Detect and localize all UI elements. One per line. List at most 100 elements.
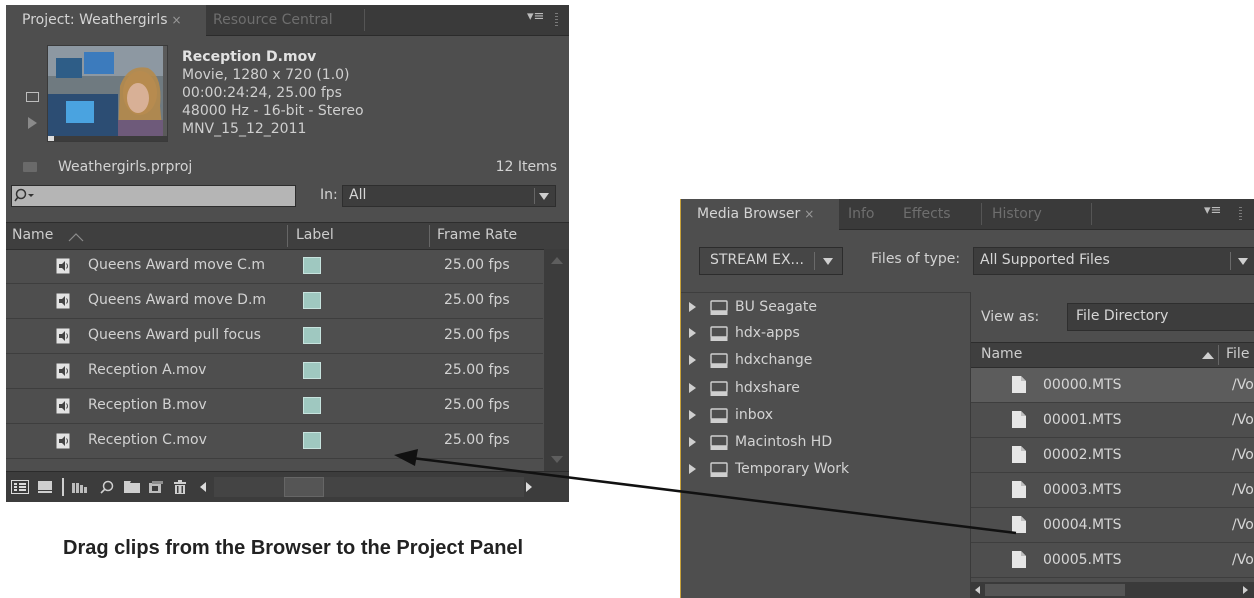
trash-icon[interactable] — [173, 480, 187, 494]
list-item[interactable]: 00005.MTS /Vo — [971, 543, 1254, 578]
column-separator[interactable] — [287, 225, 288, 247]
panel-grip-right-icon[interactable] — [555, 13, 558, 27]
list-item[interactable]: 00002.MTS /Vo — [971, 438, 1254, 473]
label-color-swatch[interactable] — [303, 257, 321, 274]
icon-view-icon[interactable] — [38, 481, 52, 493]
table-row[interactable]: Queens Award pull focus 25.00 fps — [6, 319, 543, 354]
table-row[interactable]: Queens Award move D.m 25.00 fps — [6, 284, 543, 319]
row-frame-rate: 25.00 fps — [444, 432, 510, 448]
horizontal-scrollbar[interactable] — [971, 582, 1254, 598]
scroll-down-icon[interactable] — [551, 456, 563, 463]
list-item[interactable]: 00001.MTS /Vo — [971, 403, 1254, 438]
label-color-swatch[interactable] — [303, 327, 321, 344]
table-row[interactable]: Reception B.mov 25.00 fps — [6, 389, 543, 424]
table-row[interactable]: Queens Award move C.m 25.00 fps — [6, 249, 543, 284]
row-name: Reception C.mov — [88, 432, 207, 448]
tree-label: Temporary Work — [735, 461, 850, 477]
tab-project[interactable]: Project: Weathergirls × — [6, 5, 206, 36]
item-count: 12 Items — [495, 159, 557, 175]
file-path: /Vo — [1232, 412, 1254, 428]
close-icon[interactable]: × — [171, 13, 181, 27]
expand-arrow-icon[interactable] — [689, 464, 696, 474]
audio-clip-icon — [56, 398, 70, 414]
tab-media-browser[interactable]: Media Browser × — [681, 199, 839, 230]
thumbnail-image — [48, 46, 163, 137]
expand-arrow-icon[interactable] — [689, 355, 696, 365]
tab-media-browser-label: Media Browser — [697, 206, 801, 222]
column-label[interactable]: Label — [296, 227, 334, 243]
files-of-type-select[interactable]: All Supported Files — [973, 247, 1254, 275]
label-color-swatch[interactable] — [303, 362, 321, 379]
tab-info[interactable]: Info — [848, 199, 875, 229]
column-name[interactable]: Name — [981, 346, 1022, 362]
new-bin-icon[interactable] — [124, 481, 140, 493]
chevron-down-icon — [1238, 258, 1248, 265]
horizontal-scrollbar[interactable] — [214, 477, 524, 497]
list-item[interactable]: 00003.MTS /Vo — [971, 473, 1254, 508]
list-view-icon[interactable] — [11, 480, 29, 494]
label-color-swatch[interactable] — [303, 397, 321, 414]
sort-ascending-icon[interactable] — [1201, 350, 1215, 360]
column-frame-rate[interactable]: Frame Rate — [437, 227, 517, 243]
new-item-icon[interactable] — [149, 481, 163, 493]
tree-label: BU Seagate — [735, 299, 817, 315]
tab-info-label: Info — [848, 206, 875, 222]
expand-arrow-icon[interactable] — [689, 410, 696, 420]
play-icon[interactable] — [28, 117, 37, 129]
drive-icon — [710, 462, 728, 477]
scroll-right-icon[interactable] — [526, 482, 532, 492]
scroll-thumb[interactable] — [985, 584, 1125, 596]
clip-thumbnail[interactable] — [47, 45, 168, 142]
tree-label: hdxchange — [735, 352, 813, 368]
column-name[interactable]: Name — [12, 227, 53, 243]
in-filter-select[interactable]: All — [342, 185, 556, 207]
tab-effects[interactable]: Effects — [903, 199, 951, 229]
set-poster-frame-icon[interactable] — [26, 92, 39, 102]
scroll-left-icon[interactable] — [200, 482, 206, 492]
row-frame-rate: 25.00 fps — [444, 257, 510, 273]
tab-divider — [981, 203, 982, 225]
vertical-scrollbar[interactable] — [544, 249, 569, 471]
table-row[interactable]: Reception C.mov 25.00 fps — [6, 424, 543, 459]
column-file[interactable]: File — [1226, 346, 1249, 362]
file-list-pane: View as: File Directory Name File 00000.… — [971, 292, 1254, 598]
tree-label: inbox — [735, 407, 774, 423]
search-input[interactable] — [11, 185, 296, 207]
location-select[interactable]: STREAM EX... — [699, 247, 843, 275]
panel-grip-right-icon[interactable] — [1239, 207, 1242, 221]
scroll-up-icon[interactable] — [551, 257, 563, 264]
view-as-select[interactable]: File Directory — [1067, 303, 1254, 331]
file-name: 00003.MTS — [1043, 482, 1122, 498]
project-panel: Project: Weathergirls × Resource Central … — [6, 5, 569, 502]
in-label: In: — [320, 187, 338, 203]
expand-arrow-icon[interactable] — [689, 437, 696, 447]
scroll-right-icon[interactable] — [1243, 586, 1248, 594]
close-icon[interactable]: × — [804, 207, 814, 221]
column-separator[interactable] — [429, 225, 430, 247]
clip-tape-name: MNV_15_12_2011 — [182, 121, 307, 137]
expand-arrow-icon[interactable] — [689, 383, 696, 393]
panel-menu-icon[interactable]: ▾≡ — [527, 9, 544, 24]
label-color-swatch[interactable] — [303, 432, 321, 449]
automate-to-sequence-icon[interactable] — [72, 481, 88, 493]
drive-tree: BU Seagate hdx-apps hdxchange hdxshare i… — [681, 292, 971, 598]
tab-resource-central[interactable]: Resource Central — [213, 5, 333, 35]
tab-history[interactable]: History — [992, 199, 1042, 229]
find-icon[interactable] — [100, 480, 114, 494]
toolbar-divider — [62, 478, 64, 496]
expand-arrow-icon[interactable] — [689, 302, 696, 312]
panel-menu-icon[interactable]: ▾≡ — [1204, 203, 1221, 218]
expand-arrow-icon[interactable] — [689, 328, 696, 338]
column-separator[interactable] — [1218, 345, 1219, 365]
poster-frame-slider[interactable] — [48, 136, 167, 141]
label-color-swatch[interactable] — [303, 292, 321, 309]
list-item[interactable]: 00000.MTS /Vo — [971, 368, 1254, 403]
document-icon — [1012, 481, 1026, 498]
list-item[interactable]: 00004.MTS /Vo — [971, 508, 1254, 543]
clip-format: Movie, 1280 x 720 (1.0) — [182, 67, 350, 83]
sort-ascending-icon[interactable] — [68, 232, 84, 242]
scroll-left-icon[interactable] — [975, 586, 980, 594]
table-row[interactable]: Reception A.mov 25.00 fps — [6, 354, 543, 389]
scroll-thumb[interactable] — [284, 477, 324, 497]
document-icon — [1012, 376, 1026, 393]
